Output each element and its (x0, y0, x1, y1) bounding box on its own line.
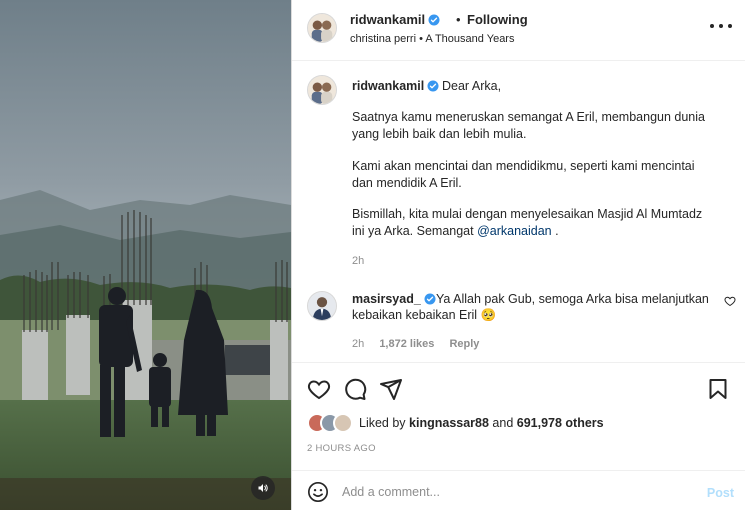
caption-line: dan mendidik A Eril. (352, 176, 462, 190)
avatar-image (308, 292, 336, 320)
comment-text: kebaikan kebaikan Eril 🥺 (352, 308, 497, 322)
caption-paragraph-2: Kami akan mencintai dan mendidikmu, sepe… (352, 158, 722, 192)
author-username-link[interactable]: ridwankamil (350, 12, 440, 27)
post-timestamp[interactable]: 2 HOURS AGO (307, 443, 376, 454)
emoji-icon[interactable] (307, 481, 329, 503)
heart-icon[interactable] (307, 377, 331, 401)
comment-timestamp[interactable]: 2h (352, 338, 364, 350)
liked-middle: and (488, 416, 517, 430)
caption-avatar[interactable] (307, 75, 337, 105)
commenter-username-link[interactable]: masirsyad_ (352, 292, 436, 306)
post-header: ridwankamil • Following christina perri … (292, 0, 745, 61)
liker-avatar[interactable] (333, 413, 353, 433)
caption-username: ridwankamil (352, 79, 425, 93)
likes-count-link[interactable]: 691,978 others (517, 416, 604, 430)
caption-line: . (551, 224, 559, 238)
liked-by-text: Liked by kingnassar88 and 691,978 others (359, 416, 604, 430)
liker-avatars (307, 413, 355, 433)
caption-paragraph-1: Saatnya kamu meneruskan semangat A Eril,… (352, 109, 722, 143)
video-frame (0, 0, 291, 510)
caption-line: Saatnya kamu meneruskan semangat A Eril,… (352, 110, 705, 124)
reply-button[interactable]: Reply (449, 338, 479, 350)
post-comment-button[interactable]: Post (707, 486, 734, 500)
comment-text: Ya Allah pak Gub, semoga Arka bisa melan… (436, 292, 709, 306)
separator-dot: • (456, 12, 461, 27)
commenter-username: masirsyad_ (352, 292, 421, 306)
post-side-panel: ridwankamil • Following christina perri … (291, 0, 745, 510)
bookmark-icon[interactable] (706, 377, 730, 401)
comments-area: ridwankamil Dear Arka, Saatnya kamu mene… (292, 62, 745, 362)
comment-likes-count[interactable]: 1,872 likes (379, 338, 434, 350)
caption-paragraph-3: Bismillah, kita mulai dengan menyelesaik… (352, 206, 722, 240)
volume-icon (258, 484, 268, 492)
verified-icon (424, 293, 436, 305)
verified-icon (428, 14, 440, 26)
avatar-image (308, 76, 336, 104)
author-avatar[interactable] (307, 13, 337, 43)
comment-like-heart-icon[interactable] (724, 295, 736, 307)
liked-user-link[interactable]: kingnassar88 (409, 416, 489, 430)
comment-meta: 2h 1,872 likes Reply (352, 338, 491, 350)
caption-timestamp[interactable]: 2h (352, 255, 364, 267)
more-icon (710, 24, 732, 28)
mute-toggle-button[interactable] (251, 476, 275, 500)
liked-prefix: Liked by (359, 416, 410, 430)
author-username: ridwankamil (350, 12, 426, 27)
audio-link[interactable]: christina perri • A Thousand Years (350, 33, 514, 45)
caption-line: yang lebih baik dan lebih mulia. (352, 127, 527, 141)
caption-line: Kami akan mencintai dan mendidikmu, sepe… (352, 159, 695, 173)
verified-icon (427, 80, 439, 92)
comment-composer: Post (292, 470, 745, 510)
post-video[interactable] (0, 0, 291, 510)
avatar-image (308, 14, 336, 42)
more-options-button[interactable] (710, 18, 732, 34)
caption-line: Bismillah, kita mulai dengan menyelesaik… (352, 207, 703, 221)
liked-by: Liked by kingnassar88 and 691,978 others (307, 413, 604, 433)
comment-icon[interactable] (343, 377, 367, 401)
following-button[interactable]: Following (467, 12, 528, 27)
commenter-avatar[interactable] (307, 291, 337, 321)
caption-username-link[interactable]: ridwankamil (352, 79, 439, 93)
share-icon[interactable] (379, 377, 403, 401)
post-actions: Liked by kingnassar88 and 691,978 others… (292, 362, 745, 482)
caption-line: ini ya Arka. Semangat (352, 224, 478, 238)
mention-link[interactable]: @arkanaidan (477, 224, 552, 238)
caption-first-line: Dear Arka, (442, 79, 502, 93)
comment-input[interactable] (342, 481, 672, 503)
instagram-post-dialog: ridwankamil • Following christina perri … (0, 0, 745, 510)
